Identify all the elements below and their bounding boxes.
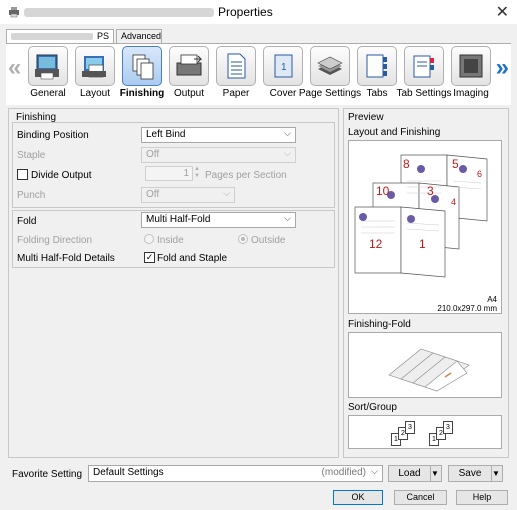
favorite-setting-label: Favorite Setting: [12, 469, 83, 480]
page-number: 1: [419, 237, 426, 251]
scroll-right-icon[interactable]: »: [496, 54, 509, 82]
chevron-down-icon: ⌵: [284, 213, 291, 223]
tabs-icon: [366, 54, 387, 78]
tab-strip: PS Advanced: [6, 29, 511, 43]
binding-position-label: Binding Position: [17, 130, 89, 141]
page-number: 6: [477, 169, 483, 179]
window-title: Properties: [218, 5, 273, 19]
sort-page: 3: [405, 421, 415, 434]
paper-dimensions: 210.0x297.0 mm: [437, 304, 497, 313]
favorite-setting-select[interactable]: Default Settings (modified) ⌵: [88, 465, 383, 482]
page-number: 8: [403, 157, 410, 171]
paper-icon: [227, 53, 246, 79]
divide-output-checkbox[interactable]: [17, 169, 28, 180]
chevron-down-icon: ⌵: [371, 466, 378, 476]
chevron-down-icon: ⌵: [284, 128, 291, 138]
load-dropdown-icon[interactable]: ▼: [429, 466, 441, 481]
finishing-icon: [132, 54, 154, 80]
tab-advanced[interactable]: Advanced: [116, 29, 162, 43]
page-settings-icon: [317, 56, 343, 75]
divide-output-label: Divide Output: [31, 170, 92, 181]
page-number: 10: [376, 184, 390, 198]
scroll-left-icon[interactable]: «: [8, 54, 21, 82]
punch-label: Punch: [17, 190, 46, 201]
inside-radio[interactable]: [144, 234, 154, 244]
toolbar-item-imaging[interactable]: Imaging: [447, 46, 495, 104]
load-button-label: Load: [389, 466, 431, 481]
fold-preview-image: [388, 348, 470, 392]
tab-ps-label: PS: [97, 31, 110, 41]
preview-title: Preview: [348, 112, 384, 123]
pages-per-section-input[interactable]: 1: [145, 166, 193, 181]
save-button-label: Save: [449, 466, 492, 481]
cover-icon: 1: [274, 54, 293, 78]
general-icon: [35, 54, 59, 80]
close-icon[interactable]: ✕: [496, 2, 509, 22]
page-number: 12: [369, 237, 383, 251]
spinner-arrows-icon[interactable]: ▲ ▼: [194, 166, 200, 180]
cancel-button[interactable]: Cancel: [394, 490, 447, 505]
favorite-modified-status: (modified): [321, 467, 366, 478]
title-bar: Properties ✕: [0, 0, 517, 24]
layout-preview: 8 5 6 10 3 4 12 1 A4 210.0x297.0 mm: [348, 140, 502, 314]
title-obscured-text: [24, 8, 214, 17]
svg-text:1: 1: [281, 62, 287, 73]
favorite-setting-value: Default Settings: [93, 467, 164, 478]
staple-value: Off: [146, 149, 160, 160]
multi-half-fold-details-label: Multi Half-Fold Details: [17, 253, 115, 264]
save-button[interactable]: Save ▼: [448, 465, 503, 482]
inside-label: Inside: [157, 235, 184, 246]
fold-and-staple-label: Fold and Staple: [157, 253, 228, 264]
tab-settings-icon: [413, 55, 434, 78]
fold-preview: [348, 332, 502, 398]
fold-select[interactable]: Multi Half-Fold ⌵: [141, 212, 296, 228]
chevron-down-icon: ⌵: [284, 148, 291, 158]
sort-page: 3: [443, 421, 453, 434]
folding-direction-label: Folding Direction: [17, 235, 93, 246]
punch-select[interactable]: Off ⌵: [141, 187, 235, 203]
binding-position-value: Left Bind: [146, 129, 186, 140]
outside-label: Outside: [251, 235, 286, 246]
sort-preview: 1 2 3 1 2 3: [348, 415, 502, 449]
imaging-icon: [459, 54, 483, 78]
sort-group-title: Sort/Group: [348, 402, 397, 413]
toolbar-label: Imaging: [453, 88, 489, 99]
binding-position-select[interactable]: Left Bind ⌵: [141, 127, 296, 143]
page-number: 4: [451, 197, 457, 207]
outside-radio[interactable]: [238, 234, 248, 244]
page-number: 3: [427, 184, 434, 198]
paper-size: A4: [487, 295, 497, 304]
layout-icon: [82, 56, 106, 78]
staple-select[interactable]: Off ⌵: [141, 147, 296, 163]
tab-obscured-text: [11, 33, 93, 41]
save-dropdown-icon[interactable]: ▼: [490, 466, 502, 481]
pages-per-section-label: Pages per Section: [205, 170, 287, 181]
staple-label: Staple: [17, 150, 46, 161]
chevron-down-icon: ⌵: [223, 188, 230, 198]
fold-label: Fold: [17, 216, 37, 227]
ok-button[interactable]: OK: [333, 490, 383, 505]
page-number: 5: [452, 157, 459, 171]
printer-icon: [9, 7, 19, 18]
load-button[interactable]: Load ▼: [388, 465, 442, 482]
fold-value: Multi Half-Fold: [146, 214, 211, 225]
layout-and-finishing-title: Layout and Finishing: [348, 127, 441, 138]
layout-preview-image: [354, 154, 488, 278]
finishing-fold-title: Finishing-Fold: [348, 319, 411, 330]
category-toolbar: « General Layout Finishing Output Paper: [6, 43, 511, 105]
punch-value: Off: [146, 189, 160, 200]
tab-ps[interactable]: PS: [6, 29, 114, 43]
fold-and-staple-checkbox[interactable]: ✓: [144, 252, 155, 263]
help-button[interactable]: Help: [456, 490, 508, 505]
tab-advanced-label: Advanced: [121, 31, 162, 41]
output-icon: [176, 54, 203, 76]
